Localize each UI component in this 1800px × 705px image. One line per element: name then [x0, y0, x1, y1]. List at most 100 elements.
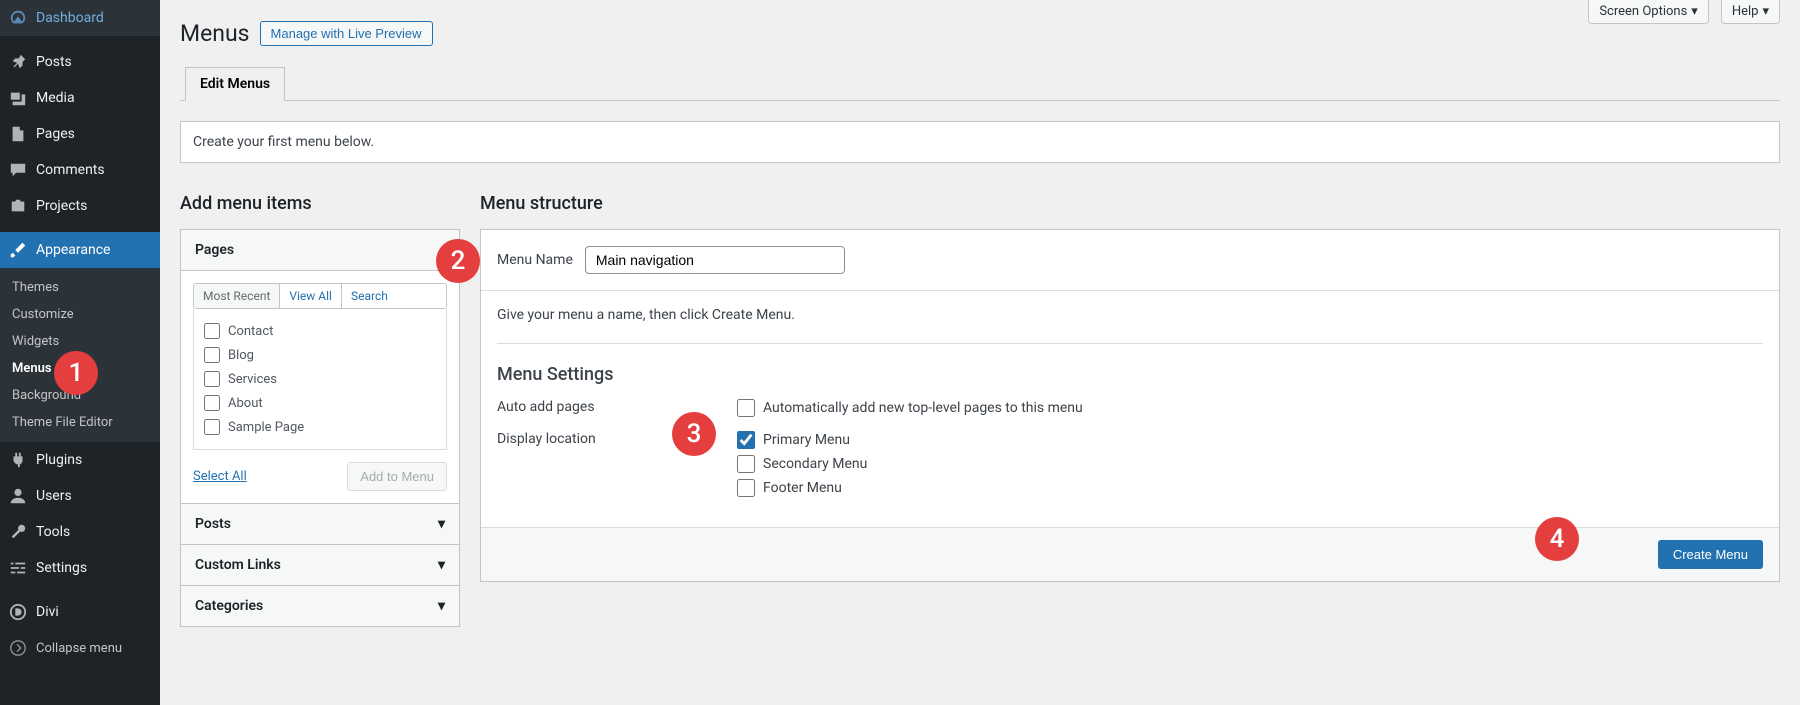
location-secondary-checkbox[interactable]	[737, 455, 755, 473]
sidebar-item-projects[interactable]: Projects	[0, 188, 160, 224]
list-item: Blog	[200, 343, 440, 367]
auto-add-checkbox[interactable]	[737, 399, 755, 417]
sidebar-item-media[interactable]: Media	[0, 80, 160, 116]
sidebar-label: Dashboard	[36, 10, 104, 26]
create-menu-button[interactable]: Create Menu	[1658, 540, 1763, 569]
collapse-label: Collapse menu	[36, 641, 122, 656]
sidebar-item-users[interactable]: Users	[0, 478, 160, 514]
sidebar-item-divi[interactable]: Divi	[0, 594, 160, 630]
sidebar-item-comments[interactable]: Comments	[0, 152, 160, 188]
subtab-recent[interactable]: Most Recent	[194, 284, 280, 308]
gauge-icon	[8, 8, 28, 28]
submenu-background[interactable]: Background	[0, 382, 160, 409]
sidebar-item-appearance[interactable]: Appearance	[0, 232, 160, 268]
chevron-down-icon: ▾	[1762, 4, 1769, 19]
location-text: Primary Menu	[763, 432, 850, 448]
page-checkbox[interactable]	[204, 323, 220, 339]
submenu-widgets[interactable]: Widgets	[0, 328, 160, 355]
sidebar-item-pages[interactable]: Pages	[0, 116, 160, 152]
sidebar-item-posts[interactable]: Posts	[0, 44, 160, 80]
display-location-row: Display location Primary Menu Secondary …	[497, 431, 1763, 503]
page-label: Blog	[228, 348, 254, 363]
list-item: About	[200, 391, 440, 415]
nav-tabs: Edit Menus	[180, 67, 1780, 101]
sidebar-label: Comments	[36, 162, 105, 178]
collapse-icon	[8, 638, 28, 658]
chevron-down-icon: ▾	[438, 557, 445, 573]
add-items-title: Add menu items	[180, 193, 460, 214]
hint-text: Give your menu a name, then click Create…	[497, 307, 1763, 344]
list-item: Services	[200, 367, 440, 391]
panel-posts-header[interactable]: Posts ▾	[181, 503, 459, 544]
panel-pages-body: Most Recent View All Search Contact Blog…	[181, 271, 459, 503]
sidebar-item-dashboard[interactable]: Dashboard	[0, 0, 160, 36]
panel-categories-header[interactable]: Categories ▾	[181, 585, 459, 626]
display-location-label: Display location	[497, 431, 737, 503]
location-footer[interactable]: Footer Menu	[737, 479, 867, 497]
page-checkbox[interactable]	[204, 347, 220, 363]
add-menu-items-column: Add menu items Pages ▴ Most Recent View …	[180, 193, 460, 627]
auto-add-option[interactable]: Automatically add new top-level pages to…	[737, 399, 1083, 417]
pages-subtabs: Most Recent View All Search	[193, 283, 447, 309]
sidebar-item-tools[interactable]: Tools	[0, 514, 160, 550]
appearance-submenu: Themes Customize Widgets Menus Backgroun…	[0, 268, 160, 442]
panel-posts-label: Posts	[195, 516, 231, 532]
sidebar-item-plugins[interactable]: Plugins	[0, 442, 160, 478]
sidebar-label: Posts	[36, 54, 72, 70]
location-secondary[interactable]: Secondary Menu	[737, 455, 867, 473]
menu-name-label: Menu Name	[497, 252, 573, 268]
add-to-menu-button[interactable]: Add to Menu	[347, 462, 447, 491]
submenu-themes[interactable]: Themes	[0, 274, 160, 301]
page-label: Services	[228, 372, 277, 387]
panel-body: Give your menu a name, then click Create…	[481, 291, 1779, 527]
panel-pages-header[interactable]: Pages ▴	[181, 230, 459, 271]
submenu-theme-editor[interactable]: Theme File Editor	[0, 409, 160, 436]
location-primary[interactable]: Primary Menu	[737, 431, 867, 449]
panel-pages-label: Pages	[195, 242, 234, 258]
menu-panel: Menu Name Give your menu a name, then cl…	[480, 229, 1780, 582]
subtab-search[interactable]: Search	[342, 284, 397, 308]
plug-icon	[8, 450, 28, 470]
help-button[interactable]: Help ▾	[1721, 0, 1780, 24]
pages-checklist: Contact Blog Services About Sample Page	[193, 309, 447, 450]
sidebar-label: Tools	[36, 524, 70, 540]
help-label: Help	[1732, 4, 1759, 19]
panel-custom-header[interactable]: Custom Links ▾	[181, 544, 459, 585]
page-label: Sample Page	[228, 420, 304, 435]
sidebar-item-settings[interactable]: Settings	[0, 550, 160, 586]
submenu-customize[interactable]: Customize	[0, 301, 160, 328]
chevron-up-icon: ▴	[438, 242, 445, 258]
chevron-down-icon: ▾	[438, 598, 445, 614]
page-checkbox[interactable]	[204, 419, 220, 435]
list-item: Contact	[200, 319, 440, 343]
live-preview-button[interactable]: Manage with Live Preview	[260, 21, 433, 46]
select-all-link[interactable]: Select All	[193, 469, 247, 484]
page-checkbox[interactable]	[204, 395, 220, 411]
page-checkbox[interactable]	[204, 371, 220, 387]
auto-add-label: Auto add pages	[497, 399, 737, 423]
list-item: Sample Page	[200, 415, 440, 439]
sidebar-label: Media	[36, 90, 75, 106]
pin-icon	[8, 52, 28, 72]
location-primary-checkbox[interactable]	[737, 431, 755, 449]
location-text: Footer Menu	[763, 480, 842, 496]
auto-add-text: Automatically add new top-level pages to…	[763, 400, 1083, 416]
panel-head: Menu Name	[481, 230, 1779, 291]
subtab-all[interactable]: View All	[280, 284, 342, 308]
user-icon	[8, 486, 28, 506]
chevron-down-icon: ▾	[1691, 4, 1698, 19]
sidebar-label: Pages	[36, 126, 75, 142]
page-label: Contact	[228, 324, 273, 339]
location-text: Secondary Menu	[763, 456, 867, 472]
menu-settings-title: Menu Settings	[497, 364, 1763, 385]
collapse-menu[interactable]: Collapse menu	[0, 630, 160, 666]
create-first-notice: Create your first menu below.	[180, 121, 1780, 163]
location-footer-checkbox[interactable]	[737, 479, 755, 497]
menu-name-input[interactable]	[585, 246, 845, 274]
structure-title: Menu structure	[480, 193, 1780, 214]
menu-structure-column: Menu structure Menu Name Give your menu …	[480, 193, 1780, 627]
submenu-menus[interactable]: Menus	[0, 355, 160, 382]
divi-icon	[8, 602, 28, 622]
tab-edit-menus[interactable]: Edit Menus	[185, 67, 285, 101]
screen-options-button[interactable]: Screen Options ▾	[1588, 0, 1709, 24]
